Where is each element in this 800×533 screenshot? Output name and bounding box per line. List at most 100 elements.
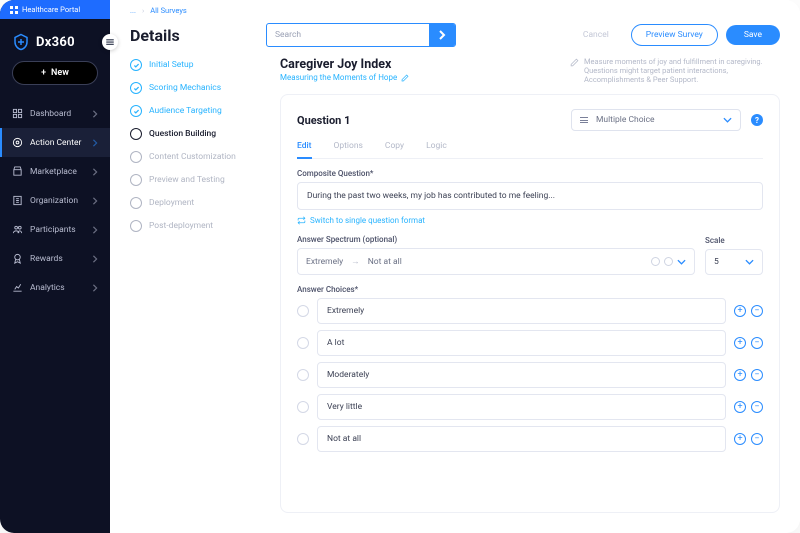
composite-question-input[interactable]: During the past two weeks, my job has co… — [297, 182, 763, 210]
composite-question-label: Composite Question* — [297, 169, 763, 178]
step-post-deployment[interactable]: Post-deployment — [130, 220, 262, 232]
switch-icon — [297, 216, 306, 225]
edit-icon — [570, 58, 579, 67]
sidebar-collapse-toggle[interactable] — [102, 34, 118, 50]
search-field[interactable] — [266, 23, 456, 47]
answer-choices-field: Answer Choices* Extremely +− A lot +− — [297, 285, 763, 452]
switch-format-link[interactable]: Switch to single question format — [297, 216, 763, 225]
radio-icon — [297, 337, 309, 349]
answer-choices-list: Extremely +− A lot +− Moderately — [297, 298, 763, 452]
remove-choice-button[interactable]: − — [751, 337, 763, 349]
step-label: Audience Targeting — [149, 106, 222, 116]
edit-icon — [401, 74, 409, 82]
remove-choice-button[interactable]: − — [751, 369, 763, 381]
step-audience-targeting[interactable]: Audience Targeting — [130, 105, 262, 117]
search-input[interactable] — [267, 30, 429, 40]
remove-choice-button[interactable]: − — [751, 401, 763, 413]
step-question-building[interactable]: Question Building — [130, 128, 262, 140]
answer-choice-input[interactable]: Moderately — [317, 362, 726, 388]
breadcrumb-separator: › — [142, 6, 144, 15]
radio-icon — [297, 305, 309, 317]
step-deployment[interactable]: Deployment — [130, 197, 262, 209]
brand-logo-icon — [12, 33, 30, 51]
survey-title: Caregiver Joy Index — [280, 57, 409, 72]
help-button[interactable]: ? — [751, 114, 763, 126]
nav-item-dashboard[interactable]: Dashboard — [0, 99, 110, 128]
nav-item-action-center[interactable]: Action Center — [0, 128, 110, 157]
search-submit-button[interactable] — [429, 23, 455, 47]
brand: Dx360 — [0, 19, 110, 61]
add-choice-button[interactable]: + — [734, 369, 746, 381]
nav-label: Marketplace — [30, 167, 77, 177]
grid-icon — [10, 6, 18, 14]
chevron-right-icon — [92, 255, 98, 263]
action-center-icon — [12, 137, 23, 148]
menu-icon — [106, 39, 114, 45]
answer-choice-row: Very little +− — [297, 394, 763, 420]
arrow-right-icon: → — [351, 256, 360, 267]
spectrum-field: Answer Spectrum (optional) Extremely → N… — [297, 235, 695, 275]
new-button[interactable]: + New — [12, 61, 98, 85]
chevron-right-icon — [438, 30, 446, 40]
add-choice-button[interactable]: + — [734, 433, 746, 445]
breadcrumb-current[interactable]: All Surveys — [150, 6, 187, 15]
save-button[interactable]: Save — [726, 25, 780, 45]
scale-select[interactable]: 5 — [705, 249, 763, 275]
step-preview-testing[interactable]: Preview and Testing — [130, 174, 262, 186]
nav-item-rewards[interactable]: Rewards — [0, 244, 110, 273]
survey-description[interactable]: Measure moments of joy and fulfillment i… — [570, 57, 780, 84]
step-initial-setup[interactable]: Initial Setup — [130, 59, 262, 71]
analytics-icon — [12, 282, 23, 293]
content-area: Initial Setup Scoring Mechanics Audience… — [110, 57, 800, 533]
survey-description-text: Measure moments of joy and fulfillment i… — [584, 57, 780, 84]
add-choice-button[interactable]: + — [734, 305, 746, 317]
remove-choice-button[interactable]: − — [751, 305, 763, 317]
answer-choice-input[interactable]: Not at all — [317, 426, 726, 452]
nav-item-organization[interactable]: Organization — [0, 186, 110, 215]
organization-icon — [12, 195, 23, 206]
new-button-label: New — [51, 68, 69, 78]
scale-label: Scale — [705, 236, 763, 245]
answer-choice-row: A lot +− — [297, 330, 763, 356]
step-content-customization[interactable]: Content Customization — [130, 151, 262, 163]
answer-choice-input[interactable]: Very little — [317, 394, 726, 420]
nav-label: Participants — [30, 225, 76, 235]
spectrum-to: Not at all — [368, 257, 402, 267]
step-label: Preview and Testing — [149, 175, 225, 185]
answer-choice-input[interactable]: A lot — [317, 330, 726, 356]
question-tabs: Edit Options Copy Logic — [297, 141, 763, 159]
chevron-right-icon — [92, 168, 98, 176]
nav-item-participants[interactable]: Participants — [0, 215, 110, 244]
answer-choice-input[interactable]: Extremely — [317, 298, 726, 324]
question-type-select[interactable]: Multiple Choice — [571, 109, 741, 131]
survey-subtitle[interactable]: Measuring the Moments of Hope — [280, 73, 409, 82]
tab-copy[interactable]: Copy — [385, 141, 404, 158]
preview-survey-button[interactable]: Preview Survey — [631, 24, 718, 46]
answer-choices-label: Answer Choices* — [297, 285, 763, 294]
cancel-button[interactable]: Cancel — [569, 25, 623, 45]
chevron-down-icon — [677, 259, 686, 265]
tab-edit[interactable]: Edit — [297, 141, 312, 159]
nav-label: Analytics — [30, 283, 65, 293]
answer-choice-row: Not at all +− — [297, 426, 763, 452]
topbar: Details Cancel Preview Survey Save — [110, 15, 800, 57]
step-scoring-mechanics[interactable]: Scoring Mechanics — [130, 82, 262, 94]
dashboard-icon — [12, 108, 23, 119]
remove-choice-button[interactable]: − — [751, 433, 763, 445]
nav-item-analytics[interactable]: Analytics — [0, 273, 110, 302]
nav-label: Organization — [30, 196, 78, 206]
nav-item-marketplace[interactable]: Marketplace — [0, 157, 110, 186]
chevron-right-icon — [92, 284, 98, 292]
tab-logic[interactable]: Logic — [426, 141, 447, 158]
primary-nav: Dashboard Action Center Marketplace Orga… — [0, 99, 110, 302]
add-choice-button[interactable]: + — [734, 337, 746, 349]
spectrum-select[interactable]: Extremely → Not at all — [297, 248, 695, 275]
nav-label: Rewards — [30, 254, 63, 264]
tab-options[interactable]: Options — [334, 141, 363, 158]
step-label: Initial Setup — [149, 60, 194, 70]
chevron-right-icon — [92, 197, 98, 205]
add-choice-button[interactable]: + — [734, 401, 746, 413]
breadcrumb-parent[interactable]: ... — [130, 6, 136, 15]
step-label: Question Building — [149, 129, 216, 139]
switch-format-text: Switch to single question format — [310, 216, 425, 225]
